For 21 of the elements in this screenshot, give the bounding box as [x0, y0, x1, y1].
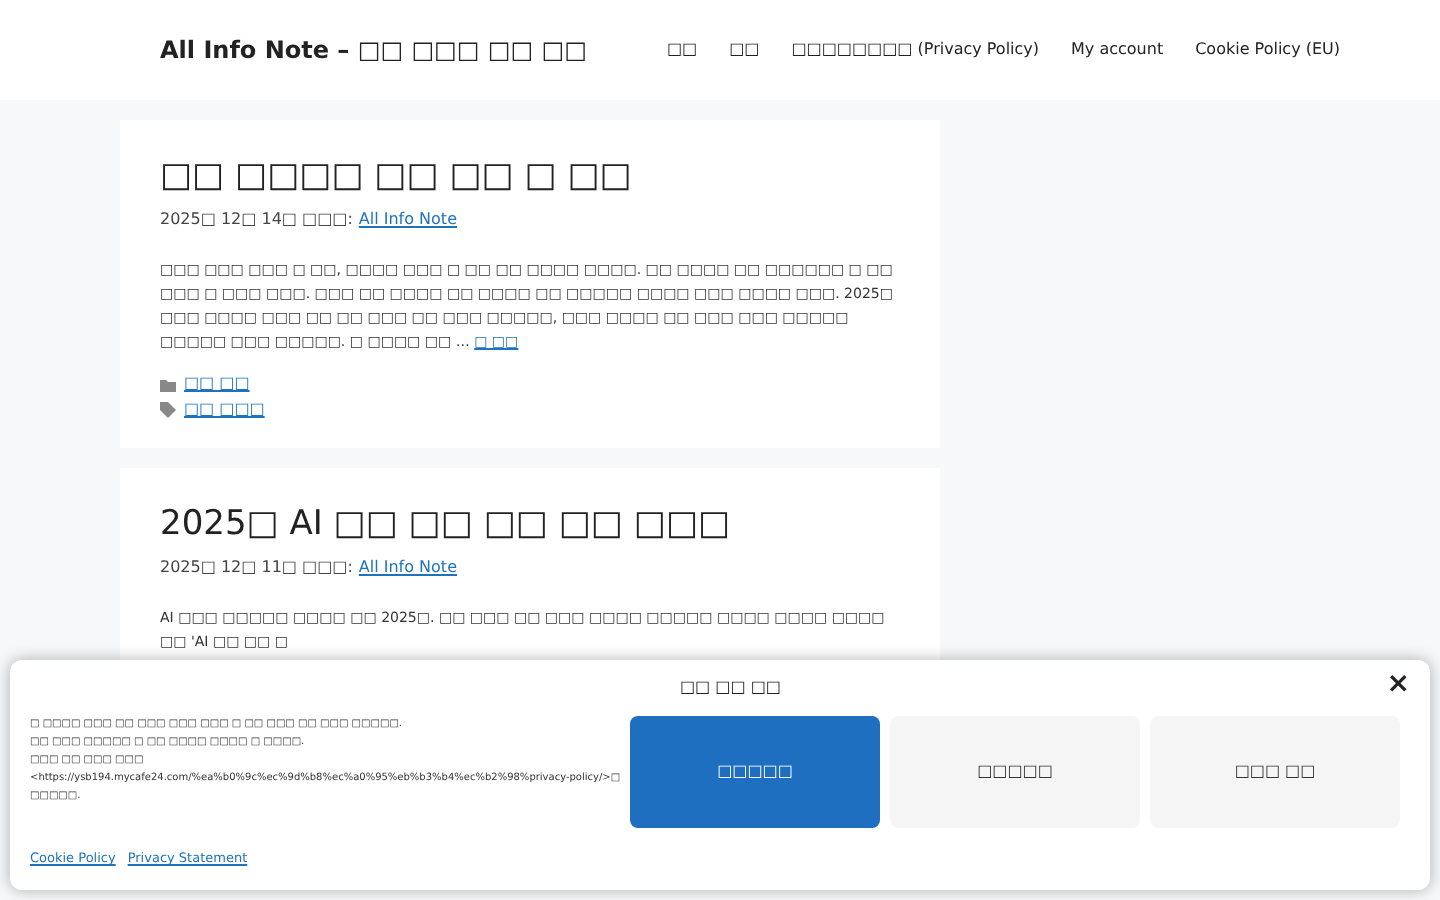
accept-button[interactable]: □□□□□ [630, 716, 880, 828]
nav-link[interactable]: My account [1071, 38, 1164, 62]
post-date: 2025□ 12□ 11□ □□□: [160, 556, 353, 580]
tag-link[interactable]: □□ □□□ [184, 398, 265, 422]
option-button[interactable]: □□□□□ [890, 716, 1140, 828]
author-link[interactable]: All Info Note [358, 556, 457, 580]
post-date: 2025□ 12□ 14□ □□□: [160, 208, 353, 232]
site-title[interactable]: All Info Note – □□ □□□ □□ □□ [160, 32, 587, 68]
nav-link[interactable]: Cookie Policy (EU) [1195, 38, 1340, 62]
close-button[interactable]: × [1386, 670, 1410, 698]
nav-link[interactable]: □□□□□□□□ (Privacy Policy) [791, 38, 1040, 62]
nav-link[interactable]: □□ [667, 38, 698, 62]
banner-title: □□ □□ □□ [680, 676, 781, 700]
folder-icon [160, 377, 176, 391]
tag-icon [160, 402, 176, 418]
option-button[interactable]: □□□ □□ [1150, 716, 1400, 828]
post-title[interactable]: 2025□ AI □□ □□ □□ □□ □□□ [160, 500, 900, 548]
nav-link[interactable]: □□ [729, 38, 760, 62]
post-title[interactable]: □□ □□□□ □□ □□ □ □□ [160, 152, 900, 200]
author-link[interactable]: All Info Note [358, 208, 457, 232]
category-link[interactable]: □□ □□ [184, 372, 250, 396]
